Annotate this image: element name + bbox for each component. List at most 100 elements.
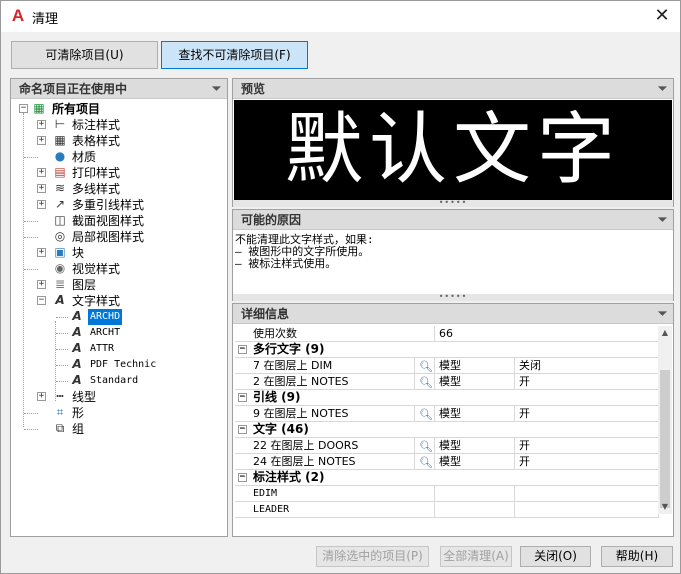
group-text[interactable]: − 文字 (46) — [235, 422, 659, 438]
collapse-icon[interactable]: − — [19, 104, 28, 113]
tab-purgeable-items[interactable]: 可清除项目(U) — [11, 41, 158, 69]
tree-item-text-style-standard[interactable]: A Standard — [11, 373, 227, 389]
dimension-style-icon: ⊢ — [54, 117, 66, 131]
row-space: 模型 — [435, 438, 515, 454]
table-row[interactable]: 2 在图层上 NOTES 🔍︎ 模型 开 — [235, 374, 659, 390]
reasons-header: 可能的原因 ⏷ — [233, 210, 673, 230]
details-scrollbar[interactable]: ▲ ▼ — [658, 326, 672, 514]
zoom-to-object-button[interactable]: 🔍︎ — [415, 406, 435, 422]
expand-icon[interactable]: + — [37, 120, 46, 129]
tree-item-multiline-styles[interactable]: + ≋ 多线样式 — [11, 181, 227, 197]
row-label: 7 在图层上 DIM — [235, 358, 415, 374]
scroll-down-icon[interactable]: ▼ — [658, 500, 672, 514]
tree-item-label: 局部视图样式 — [72, 230, 145, 244]
collapse-chevron-icon[interactable]: ⏷ — [658, 304, 667, 324]
expand-icon[interactable]: + — [37, 168, 46, 177]
usage-count-row: 使用次数 66 — [235, 326, 659, 342]
text-style-preview: 默认文字 — [234, 100, 672, 200]
splitter-grip[interactable]: ••••• — [233, 199, 673, 207]
help-button[interactable]: 帮助(H) — [601, 546, 673, 567]
collapse-icon[interactable]: − — [37, 296, 46, 305]
purge-selected-button[interactable]: 清除选中的项目(P) — [316, 546, 429, 567]
tree-item-text-style-archd[interactable]: A ARCHD — [11, 309, 227, 325]
tree-item-blocks[interactable]: + ▣ 块 — [11, 245, 227, 261]
tree-item-dimension-styles[interactable]: + ⊢ 标注样式 — [11, 117, 227, 133]
usage-count-label: 使用次数 — [235, 326, 435, 342]
tree-item-materials[interactable]: ● 材质 — [11, 149, 227, 165]
tree-item-visual-styles[interactable]: ◉ 视觉样式 — [11, 261, 227, 277]
tree-item-label: 打印样式 — [72, 166, 121, 180]
block-icon: ▣ — [54, 245, 66, 259]
tree-item-mleader-styles[interactable]: + ↗ 多重引线样式 — [11, 197, 227, 213]
text-style-icon: A — [72, 325, 82, 339]
table-row[interactable]: LEADER — [235, 502, 659, 518]
zoom-to-object-button[interactable]: 🔍︎ — [415, 374, 435, 390]
scroll-thumb[interactable] — [660, 370, 670, 508]
group-leader[interactable]: − 引线 (9) — [235, 390, 659, 406]
expand-icon[interactable]: + — [37, 184, 46, 193]
tab-non-purgeable-items[interactable]: 查找不可清除项目(F) — [161, 41, 308, 69]
tree-item-plot-styles[interactable]: + ▤ 打印样式 — [11, 165, 227, 181]
row-space — [435, 486, 515, 502]
collapse-icon[interactable]: − — [238, 473, 247, 482]
tree-item-groups[interactable]: ⧉ 组 — [11, 421, 227, 437]
table-row[interactable]: 9 在图层上 NOTES 🔍︎ 模型 开 — [235, 406, 659, 422]
magnifier-icon: 🔍︎ — [419, 360, 433, 373]
preview-header: 预览 ⏷ — [233, 79, 673, 99]
tree-item-label: 截面视图样式 — [72, 214, 145, 228]
purge-all-button[interactable]: 全部清理(A) — [440, 546, 512, 567]
expand-icon[interactable]: + — [37, 200, 46, 209]
tree-item-label: 多线样式 — [72, 182, 121, 196]
expand-icon[interactable]: + — [37, 248, 46, 257]
details-title: 详细信息 — [241, 307, 290, 321]
layers-icon: ≣ — [54, 277, 66, 291]
tree-connector — [24, 157, 38, 158]
tree-item-text-styles[interactable]: − A 文字样式 — [11, 293, 227, 309]
tree-item-label: 多重引线样式 — [72, 198, 145, 212]
splitter-grip[interactable]: ••••• — [233, 293, 673, 301]
detail-view-icon: ◎ — [54, 229, 66, 243]
close-button[interactable]: 关闭(O) — [520, 546, 591, 567]
table-row[interactable]: EDIM — [235, 486, 659, 502]
tree-item-table-styles[interactable]: + ▦ 表格样式 — [11, 133, 227, 149]
expand-icon[interactable]: + — [37, 280, 46, 289]
tree-item-text-style-archt[interactable]: A ARCHT — [11, 325, 227, 341]
close-icon[interactable]: ✕ — [650, 4, 674, 28]
collapse-chevron-icon[interactable]: ⏷ — [658, 210, 667, 230]
tree-item-layers[interactable]: + ≣ 图层 — [11, 277, 227, 293]
collapse-chevron-icon[interactable]: ⏷ — [658, 79, 667, 99]
group-mtext[interactable]: − 多行文字 (9) — [235, 342, 659, 358]
multiline-style-icon: ≋ — [54, 181, 66, 195]
tree-item-shapes[interactable]: ⌗ 形 — [11, 405, 227, 421]
tree-item-text-style-attr[interactable]: A ATTR — [11, 341, 227, 357]
table-row[interactable]: 22 在图层上 DOORS 🔍︎ 模型 开 — [235, 438, 659, 454]
collapse-icon[interactable]: − — [238, 345, 247, 354]
tree-item-detail-view-styles[interactable]: ◎ 局部视图样式 — [11, 229, 227, 245]
shape-icon: ⌗ — [56, 405, 64, 419]
plot-style-icon: ▤ — [54, 165, 66, 179]
scroll-up-icon[interactable]: ▲ — [658, 326, 672, 340]
table-row[interactable]: 24 在图层上 NOTES 🔍︎ 模型 开 — [235, 454, 659, 470]
zoom-to-object-button[interactable]: 🔍︎ — [415, 358, 435, 374]
magnifier-icon: 🔍︎ — [419, 376, 433, 389]
zoom-to-object-button[interactable]: 🔍︎ — [415, 454, 435, 470]
expand-icon[interactable]: + — [37, 392, 46, 401]
expand-icon[interactable]: + — [37, 136, 46, 145]
tree-item-section-view-styles[interactable]: ◫ 截面视图样式 — [11, 213, 227, 229]
tree-item-root[interactable]: − ▦ 所有项目 — [11, 101, 227, 117]
details-header: 详细信息 ⏷ — [233, 304, 673, 324]
table-row[interactable]: 7 在图层上 DIM 🔍︎ 模型 关闭 — [235, 358, 659, 374]
text-style-icon: A — [72, 309, 82, 323]
collapse-icon[interactable]: − — [238, 425, 247, 434]
usage-count-value: 66 — [435, 326, 659, 342]
tree-connector — [24, 221, 38, 222]
tree-item-text-style-pdf-technic[interactable]: A PDF Technic — [11, 357, 227, 373]
collapse-icon[interactable]: − — [238, 393, 247, 402]
collapse-chevron-icon[interactable]: ⏷ — [212, 79, 221, 99]
row-state — [515, 502, 659, 518]
group-dimension-styles[interactable]: − 标注样式 (2) — [235, 470, 659, 486]
reason-line: — 被标注样式使用。 — [235, 257, 337, 270]
zoom-to-object-button[interactable]: 🔍︎ — [415, 438, 435, 454]
tree-item-linetypes[interactable]: + ┅ 线型 — [11, 389, 227, 405]
preview-title: 预览 — [241, 82, 266, 96]
